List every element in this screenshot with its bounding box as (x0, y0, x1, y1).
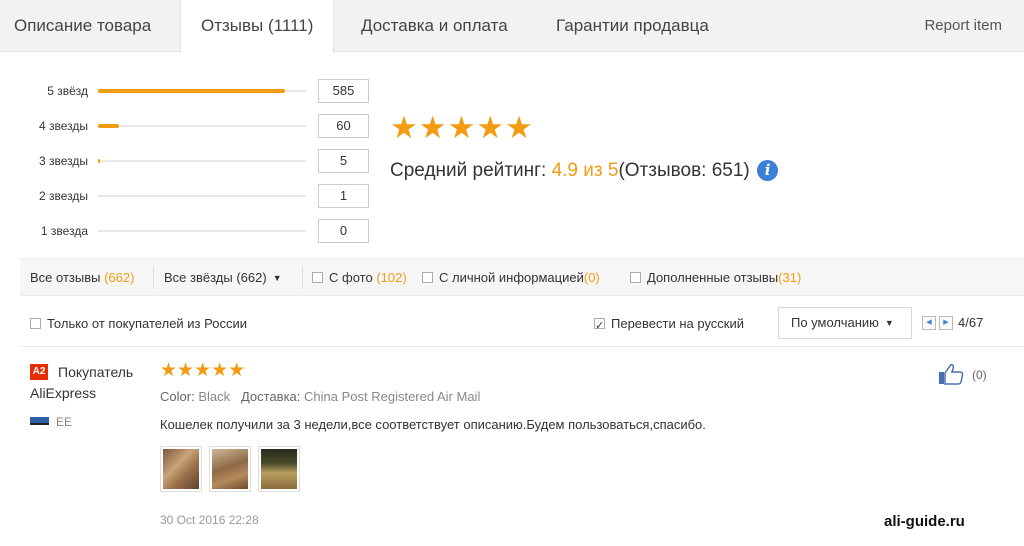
histogram-track (98, 159, 306, 163)
checkbox[interactable] (422, 272, 433, 283)
histogram-fill (98, 159, 101, 163)
review-photo-thumbnail[interactable] (209, 446, 251, 492)
divider (20, 346, 1024, 347)
filter-count: (0) (583, 270, 600, 285)
review-meta: Color: Black Доставка: China Post Regist… (160, 388, 480, 406)
filter-label: С личной информацией (439, 270, 584, 285)
filter-additional-reviews[interactable]: Дополненные отзывы(31) (630, 259, 801, 296)
tab-guarantees[interactable]: Гарантии продавца (556, 0, 709, 52)
histogram-count: 0 (318, 219, 369, 243)
filter-all-reviews[interactable]: Все отзывы (662) (30, 259, 134, 296)
option-label: Только от покупателей из России (47, 316, 247, 331)
histogram-track (98, 124, 306, 128)
average-rating: Средний рейтинг: 4.9 из 5(Отзывов: 651) … (390, 158, 779, 184)
prev-page-button[interactable]: ◀ (922, 316, 936, 330)
checkbox[interactable] (312, 272, 323, 283)
histogram-count: 1 (318, 184, 369, 208)
histogram-track (98, 195, 306, 197)
photo-image (261, 449, 297, 489)
review-photo-thumbnail[interactable] (160, 446, 202, 492)
filter-count: (31) (778, 270, 802, 285)
translate-option[interactable]: Перевести на русский (594, 313, 745, 337)
filter-with-photo[interactable]: С фото (102) (312, 259, 407, 296)
tab-reviews[interactable]: Отзывы (1111) (180, 0, 335, 53)
histogram-label: 2 звезды (38, 189, 88, 203)
like-button[interactable] (938, 363, 964, 390)
average-rating-label: Средний рейтинг: (390, 160, 547, 181)
filter-label: С фото (329, 270, 373, 285)
checkbox[interactable] (630, 272, 641, 283)
chevron-down-icon: ▼ (272, 273, 282, 283)
delivery-value: China Post Registered Air Mail (304, 389, 481, 404)
filter-label: Все звёзды (662) (164, 270, 267, 285)
filter-label: Дополненные отзывы (647, 270, 779, 285)
filter-divider (302, 267, 303, 289)
report-item-link[interactable]: Report item (924, 0, 1002, 52)
buyer-name: Покупатель AliExpress (30, 364, 134, 401)
average-rating-value: 4.9 из 5 (551, 160, 619, 181)
info-icon[interactable]: i (757, 160, 779, 181)
review-stars: ★★★★★ (160, 360, 246, 381)
histogram-track (98, 230, 306, 232)
sort-dropdown[interactable]: По умолчанию ▼ (778, 307, 912, 339)
tab-delivery[interactable]: Доставка и оплата (361, 0, 508, 52)
tab-description[interactable]: Описание товара (14, 0, 151, 52)
sort-value: По умолчанию (791, 315, 879, 330)
review-text: Кошелек получили за 3 недели,все соответ… (160, 417, 706, 432)
histogram-count: 585 (318, 79, 369, 103)
filter-label: Все отзывы (30, 270, 101, 285)
histogram-label: 5 звёзд (47, 84, 88, 98)
filter-personal-info[interactable]: С личной информацией(0) (422, 259, 600, 296)
watermark: ali-guide.ru (884, 513, 965, 530)
reviews-count: (Отзывов: 651) (618, 160, 750, 181)
delivery-key: Доставка: (240, 389, 301, 404)
photo-image (163, 449, 199, 489)
chevron-down-icon: ▼ (884, 318, 894, 328)
review-photo-thumbnail[interactable] (258, 446, 300, 492)
histogram-track (98, 89, 306, 93)
tab-bar: Описание товара Отзывы (1111) Доставка и… (0, 0, 1024, 53)
average-stars: ★★★★★ (390, 110, 534, 145)
option-label: Перевести на русский (611, 316, 745, 331)
like-count: (0) (972, 368, 987, 382)
next-page-button[interactable]: ▶ (939, 316, 953, 330)
filter-divider (153, 267, 154, 289)
buyer-country: EE (56, 415, 73, 429)
histogram-label: 3 звезды (38, 154, 88, 168)
filter-count: (662) (104, 270, 135, 285)
page-indicator: 4/67 (958, 315, 984, 330)
russia-only-option[interactable]: Только от покупателей из России (30, 313, 247, 335)
histogram-fill (98, 89, 286, 93)
color-key: Color: (160, 389, 195, 404)
histogram-label: 1 звезда (40, 224, 88, 238)
filter-all-stars-dropdown[interactable]: Все звёзды (662) ▼ (164, 259, 282, 297)
thumbs-up-icon (939, 363, 964, 385)
review-filter-bar: Все отзывы (662) Все звёзды (662) ▼ С фот… (20, 258, 1024, 296)
review-date: 30 Oct 2016 22:28 (160, 513, 259, 527)
histogram-count: 60 (318, 114, 369, 138)
filter-count: (102) (376, 270, 407, 285)
photo-image (212, 449, 248, 489)
color-value: Black (198, 389, 231, 404)
checkbox[interactable] (30, 318, 41, 329)
histogram-label: 4 звезды (38, 119, 88, 133)
checkbox-checked[interactable] (594, 315, 605, 337)
histogram-count: 5 (318, 149, 369, 173)
histogram-fill (98, 124, 119, 128)
country-flag-icon (30, 417, 49, 425)
